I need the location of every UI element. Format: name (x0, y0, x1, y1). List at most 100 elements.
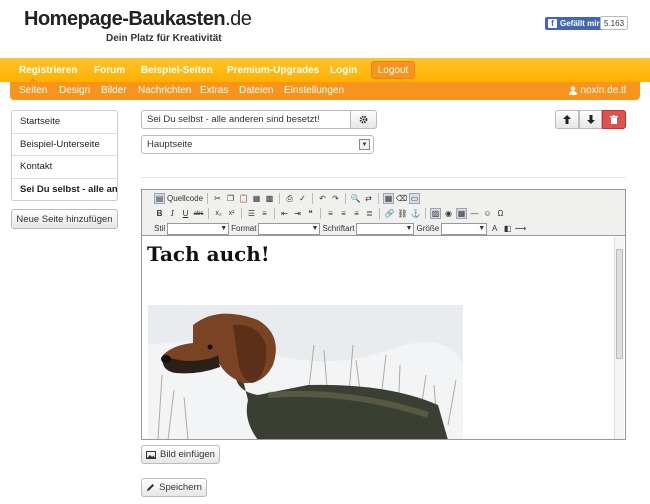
toolbar-row-1: ▤ Quellcode ✂ ❐ 📋 ▦ ▩ ⎙ ✓ ↶ ↷ 🔍 ⇄ ▦ ⌫ ▭ (154, 192, 421, 205)
paste-text-icon[interactable]: ▦ (251, 193, 262, 204)
nav-login[interactable]: Login (330, 65, 357, 76)
replace-icon[interactable]: ⇄ (363, 193, 374, 204)
page-settings-button[interactable] (350, 110, 377, 129)
remove-format-icon[interactable]: ⌫ (396, 193, 407, 204)
table-insert-icon[interactable]: ▭ (409, 193, 421, 204)
image-icon[interactable]: ▨ (430, 208, 441, 219)
move-up-button[interactable] (555, 110, 579, 129)
select-all-icon[interactable]: ▦ (383, 193, 395, 204)
facebook-like-button[interactable]: f Gefällt mir (545, 17, 604, 30)
align-center-icon[interactable]: ≡ (338, 208, 349, 219)
text-color-icon[interactable]: A (489, 223, 500, 234)
toolbar-separator (312, 193, 314, 204)
background-color-icon[interactable]: ◧ (502, 223, 513, 234)
size-select[interactable]: ▼ (441, 222, 488, 235)
page-title-input[interactable]: Sei Du selbst - alle anderen sind besetz… (141, 110, 351, 129)
numbered-list-icon[interactable]: ☰ (246, 208, 257, 219)
align-right-icon[interactable]: ≡ (351, 208, 362, 219)
delete-page-button[interactable] (602, 110, 627, 129)
unlink-icon[interactable]: ⛓ (397, 208, 408, 219)
spellcheck-icon[interactable]: ✓ (297, 193, 308, 204)
undo-icon[interactable]: ↶ (317, 193, 328, 204)
logout-button[interactable]: Logout (371, 61, 415, 79)
page-list-item[interactable]: Kontakt (12, 156, 117, 179)
nav-example-pages[interactable]: Beispiel-Seiten (141, 65, 213, 76)
nav-forum[interactable]: Forum (94, 65, 125, 76)
editor-scrollbar[interactable] (614, 237, 624, 439)
subnav-images[interactable]: Bilder (101, 85, 127, 96)
nav-premium-upgrades[interactable]: Premium-Upgrades (227, 65, 319, 76)
anchor-icon[interactable]: ⚓ (410, 208, 421, 219)
subnav-messages[interactable]: Nachrichten (138, 85, 191, 96)
chevron-down-icon: ▼ (220, 225, 228, 232)
style-label: Stil (154, 224, 166, 233)
source-button-label[interactable]: Quellcode (167, 194, 203, 203)
trash-icon (610, 115, 619, 124)
page-list-item[interactable]: Startseite (12, 111, 117, 134)
insert-image-button[interactable]: Bild einfügen (141, 445, 220, 464)
paste-icon[interactable]: 📋 (238, 193, 249, 204)
content-heading: Tach auch! (147, 242, 270, 266)
special-char-icon[interactable]: Ω (495, 208, 506, 219)
toolbar-separator (425, 208, 426, 219)
format-select[interactable]: ▼ (258, 222, 321, 235)
subnav-settings[interactable]: Einstellungen (284, 85, 344, 96)
parent-page-value: Hauptseite (147, 139, 193, 150)
scrollbar-thumb[interactable] (616, 249, 623, 359)
source-icon[interactable]: ▤ (154, 193, 165, 204)
chevron-down-icon: ▼ (359, 139, 370, 150)
bold-icon[interactable]: B (154, 208, 165, 219)
style-select[interactable]: ▼ (167, 222, 230, 235)
toolbar-row-3: Stil ▼ Format ▼ Schriftart ▼ Größe ▼ A ◧… (154, 222, 526, 235)
dog-image (148, 305, 463, 439)
cut-icon[interactable]: ✂ (212, 193, 223, 204)
save-label: Speichern (159, 482, 202, 493)
paint-icon[interactable]: ⟿ (515, 223, 526, 234)
italic-icon[interactable]: I (167, 208, 178, 219)
user-link[interactable]: noxin.de.tl (569, 85, 626, 96)
justify-icon[interactable]: ≣ (364, 208, 375, 219)
font-select[interactable]: ▼ (356, 222, 415, 235)
main-nav: Registrieren Forum Beispiel-Seiten Premi… (0, 58, 650, 82)
horizontal-rule-icon[interactable]: ― (469, 208, 480, 219)
strikethrough-icon[interactable]: abc (193, 208, 204, 219)
print-icon[interactable]: ⎙ (284, 193, 295, 204)
subnav-design[interactable]: Design (59, 85, 90, 96)
blockquote-icon[interactable]: ❝ (305, 208, 316, 219)
superscript-icon[interactable]: x² (226, 208, 237, 219)
page-list-item[interactable]: Beispiel-Unterseite (12, 134, 117, 156)
indent-icon[interactable]: ⇥ (292, 208, 303, 219)
subscript-icon[interactable]: x₂ (213, 208, 224, 219)
nav-register[interactable]: Registrieren (19, 65, 77, 76)
paste-word-icon[interactable]: ▩ (264, 193, 275, 204)
add-page-button[interactable]: Neue Seite hinzufügen (11, 209, 118, 229)
chevron-down-icon: ▼ (478, 225, 486, 232)
chevron-down-icon: ▼ (405, 225, 413, 232)
align-left-icon[interactable]: ≡ (325, 208, 336, 219)
find-icon[interactable]: 🔍 (350, 193, 361, 204)
facebook-like-count: 5.163 (600, 16, 629, 30)
site-tagline: Dein Platz für Kreativität (106, 33, 222, 44)
site-logo[interactable]: Homepage-Baukasten.de (24, 8, 252, 31)
subnav-extras[interactable]: Extras (200, 85, 228, 96)
flash-icon[interactable]: ◉ (443, 208, 454, 219)
move-down-button[interactable] (578, 110, 603, 129)
editor-content[interactable]: Tach auch! (147, 242, 614, 439)
logo-main: Homepage-Baukasten (24, 8, 226, 30)
underline-icon[interactable]: U (180, 208, 191, 219)
subnav-files[interactable]: Dateien (239, 85, 273, 96)
save-button[interactable]: Speichern (141, 478, 207, 497)
redo-icon[interactable]: ↷ (330, 193, 341, 204)
outdent-icon[interactable]: ⇤ (279, 208, 290, 219)
page-list: Startseite Beispiel-Unterseite Kontakt S… (11, 110, 118, 201)
copy-icon[interactable]: ❐ (225, 193, 236, 204)
smiley-icon[interactable]: ☺ (482, 208, 493, 219)
subnav-pages[interactable]: Seiten (19, 85, 47, 96)
toolbar-separator (379, 208, 380, 219)
parent-page-select[interactable]: Hauptseite ▼ (141, 135, 374, 154)
page-list-item-active[interactable]: Sei Du selbst - alle anderen sind besetz… (12, 179, 117, 201)
user-name: noxin.de.tl (580, 85, 626, 96)
bullet-list-icon[interactable]: ≡ (259, 208, 270, 219)
link-icon[interactable]: 🔗 (384, 208, 395, 219)
table-icon[interactable]: ▦ (456, 208, 467, 219)
